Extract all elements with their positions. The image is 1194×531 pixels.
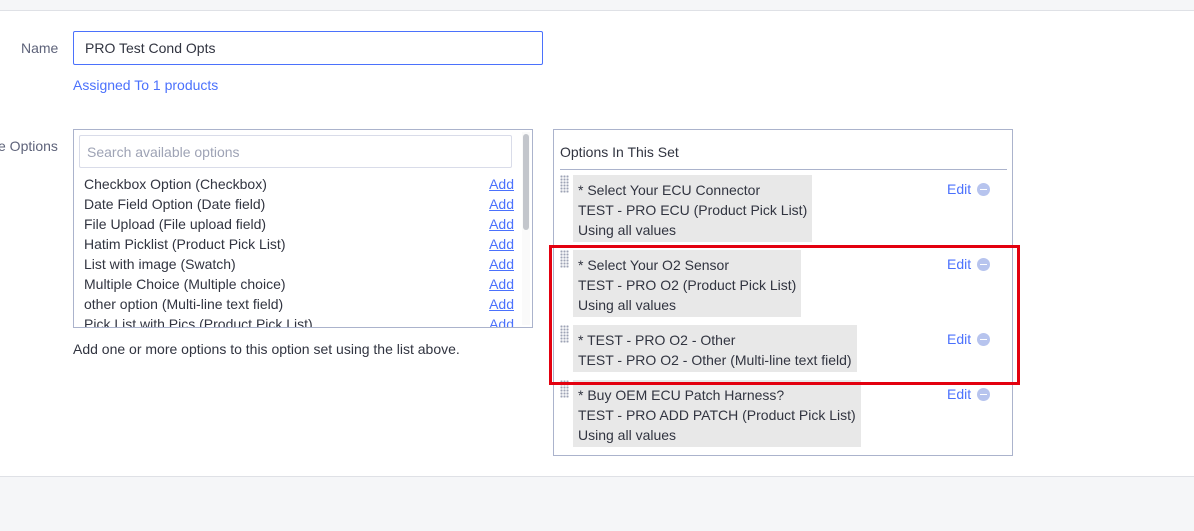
footer-strip <box>0 476 1194 531</box>
set-option-title: * Select Your ECU Connector <box>578 182 761 198</box>
add-option-link[interactable]: Add <box>489 294 514 314</box>
name-input[interactable] <box>73 31 543 65</box>
available-options-panel: Checkbox Option (Checkbox) Add Date Field… <box>73 129 533 328</box>
divider <box>560 169 1007 170</box>
assigned-products-link[interactable]: Assigned To 1 products <box>73 77 218 93</box>
list-item: Date Field Option (Date field) Add <box>84 194 514 214</box>
set-option-source: TEST - PRO ECU (Product Pick List) <box>578 202 808 218</box>
highlight-annotation-box <box>549 245 1020 385</box>
set-option-source: TEST - PRO ADD PATCH (Product Pick List) <box>578 407 856 423</box>
set-option-details: * Buy OEM ECU Patch Harness? TEST - PRO … <box>573 380 861 447</box>
set-option-actions: Edit <box>947 181 991 197</box>
option-label: other option (Multi-line text field) <box>84 296 284 312</box>
option-label: Multiple Choice (Multiple choice) <box>84 276 286 292</box>
add-option-link[interactable]: Add <box>489 214 514 234</box>
add-option-link[interactable]: Add <box>489 174 514 194</box>
add-option-link[interactable]: Add <box>489 274 514 294</box>
list-item: Multiple Choice (Multiple choice) Add <box>84 274 514 294</box>
option-label: File Upload (File upload field) <box>84 216 267 232</box>
set-option-actions: Edit <box>947 386 991 402</box>
drag-handle-icon[interactable] <box>560 175 569 193</box>
list-item: Hatim Picklist (Product Pick List) Add <box>84 234 514 254</box>
option-label: Pick List with Pics (Product Pick List) <box>84 316 313 328</box>
available-options-list: Checkbox Option (Checkbox) Add Date Field… <box>84 174 514 328</box>
remove-circle-icon[interactable] <box>977 387 991 401</box>
search-options-input[interactable] <box>79 135 512 168</box>
list-scrollbar-thumb[interactable] <box>523 134 529 230</box>
option-label: Date Field Option (Date field) <box>84 196 266 212</box>
set-option-details: * Select Your ECU Connector TEST - PRO E… <box>573 175 813 242</box>
name-label: Name <box>21 40 59 56</box>
edit-option-link[interactable]: Edit <box>947 181 971 197</box>
top-strip <box>0 0 1194 11</box>
remove-circle-icon[interactable] <box>977 182 991 196</box>
options-help-text: Add one or more options to this option s… <box>73 341 460 357</box>
set-option-values: Using all values <box>578 222 677 238</box>
add-option-link[interactable]: Add <box>489 234 514 254</box>
set-option-title: * Buy OEM ECU Patch Harness? <box>578 387 785 403</box>
options-label: e Options <box>0 138 58 154</box>
list-item: other option (Multi-line text field) Add <box>84 294 514 314</box>
option-label: Checkbox Option (Checkbox) <box>84 176 267 192</box>
option-label: List with image (Swatch) <box>84 256 236 272</box>
list-item: List with image (Swatch) Add <box>84 254 514 274</box>
list-item: Checkbox Option (Checkbox) Add <box>84 174 514 194</box>
add-option-link[interactable]: Add <box>489 314 514 327</box>
add-option-link[interactable]: Add <box>489 194 514 214</box>
set-option-values: Using all values <box>578 427 677 443</box>
option-label: Hatim Picklist (Product Pick List) <box>84 236 286 252</box>
edit-option-link[interactable]: Edit <box>947 386 971 402</box>
add-option-link[interactable]: Add <box>489 254 514 274</box>
list-item: File Upload (File upload field) Add <box>84 214 514 234</box>
list-item: Pick List with Pics (Product Pick List) A… <box>84 314 514 328</box>
options-in-set-heading: Options In This Set <box>560 144 679 160</box>
